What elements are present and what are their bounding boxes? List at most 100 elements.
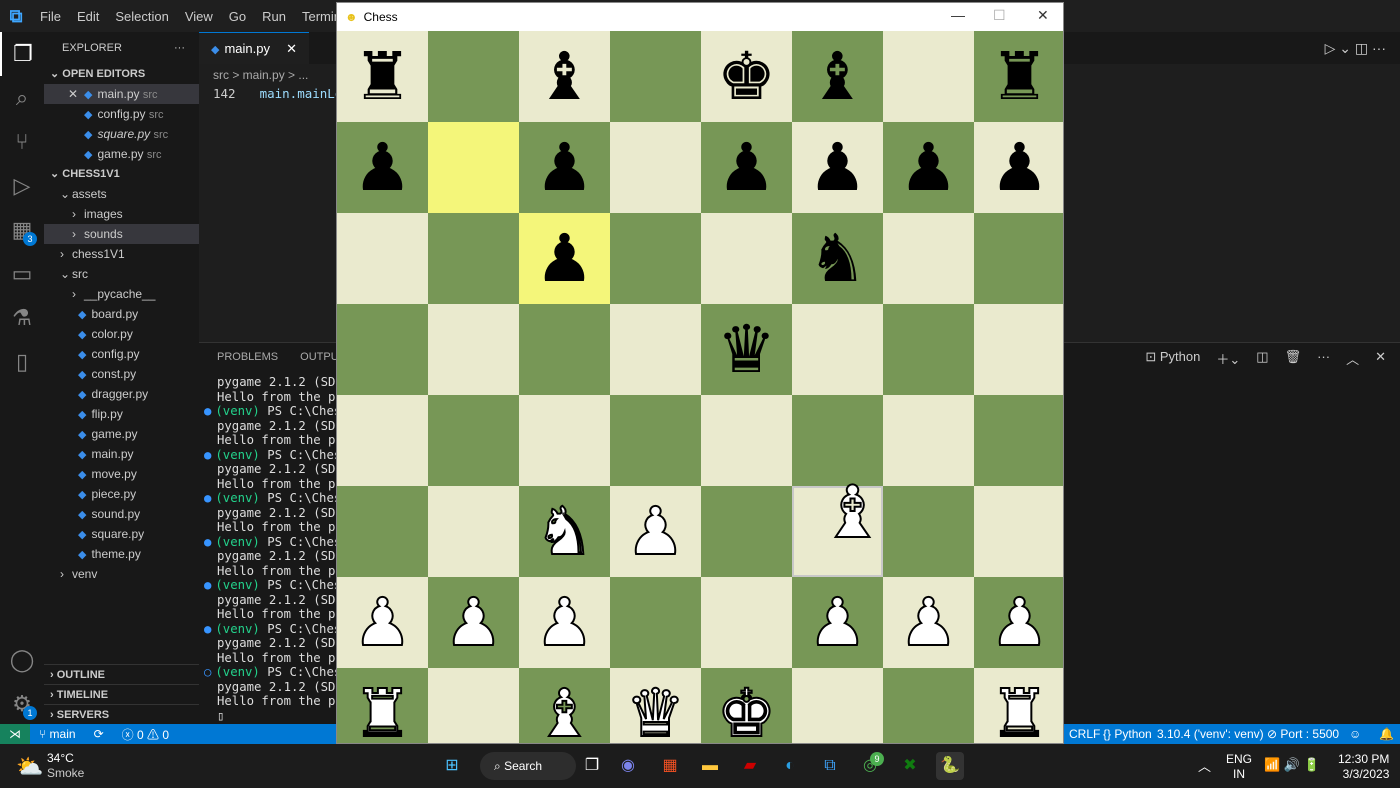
- black-pawn-piece[interactable]: ♟: [353, 134, 412, 201]
- timeline-section[interactable]: › TIMELINE: [44, 684, 199, 704]
- file-item[interactable]: ◆ flip.py: [44, 404, 199, 424]
- square-f1[interactable]: [792, 668, 883, 743]
- run-debug-icon[interactable]: ▷: [0, 164, 44, 208]
- square-e4[interactable]: [701, 395, 792, 486]
- store-icon[interactable]: ▦: [656, 752, 684, 780]
- square-c3[interactable]: ♞: [519, 486, 610, 577]
- black-pawn-piece[interactable]: ♟: [808, 134, 867, 201]
- square-a8[interactable]: ♜: [337, 31, 428, 122]
- servers-section[interactable]: › SERVERS: [44, 704, 199, 724]
- folder-item[interactable]: ⌄ src: [44, 264, 199, 284]
- square-g2[interactable]: ♟: [883, 577, 974, 668]
- white-pawn-piece[interactable]: ♟: [807, 588, 868, 656]
- maximize-button[interactable]: ☐: [993, 7, 1006, 24]
- black-king-piece[interactable]: ♚: [717, 43, 776, 110]
- problems-count[interactable]: ⓧ 0 ⚠ 0: [113, 726, 178, 743]
- file-item[interactable]: ◆ move.py: [44, 464, 199, 484]
- square-g3[interactable]: [883, 486, 974, 577]
- square-h5[interactable]: [974, 304, 1063, 395]
- white-pawn-piece[interactable]: ♟: [534, 588, 595, 656]
- menu-view[interactable]: View: [177, 9, 221, 24]
- square-h3[interactable]: [974, 486, 1063, 577]
- folder-item[interactable]: › venv: [44, 564, 199, 584]
- square-b5[interactable]: [428, 304, 519, 395]
- wifi-volume-battery-icon[interactable]: 📶 🔊 🔋: [1264, 757, 1320, 773]
- square-a1[interactable]: ♜: [337, 668, 428, 743]
- file-explorer-icon[interactable]: ▬: [696, 752, 724, 780]
- chrome-icon[interactable]: ◎ 9: [856, 752, 884, 780]
- close-window-button[interactable]: ✕: [1037, 7, 1049, 24]
- white-bishop-piece[interactable]: ♝: [534, 679, 595, 743]
- close-icon[interactable]: ✕: [286, 33, 297, 64]
- split-terminal-icon[interactable]: ◫: [1256, 349, 1268, 368]
- black-pawn-piece[interactable]: ♟: [535, 134, 594, 201]
- run-button[interactable]: ▷ ⌄ ◫ ···: [1325, 40, 1386, 57]
- xbox-icon[interactable]: ✖: [896, 752, 924, 780]
- live-server[interactable]: ⊘ Port : 5500: [1258, 727, 1348, 741]
- black-bishop-piece[interactable]: ♝: [808, 43, 867, 110]
- black-pawn-piece[interactable]: ♟: [717, 134, 776, 201]
- square-e2[interactable]: [701, 577, 792, 668]
- file-item[interactable]: ◆ game.py: [44, 424, 199, 444]
- clock[interactable]: 12:30 PM 3/3/2023: [1338, 752, 1389, 782]
- file-item[interactable]: ◆ piece.py: [44, 484, 199, 504]
- settings-gear-icon[interactable]: ⚙ 1: [0, 682, 44, 726]
- close-panel-icon[interactable]: ✕: [1375, 349, 1386, 368]
- maximize-icon[interactable]: ︿: [1346, 349, 1359, 368]
- more-actions-icon[interactable]: ···: [174, 32, 185, 64]
- black-bishop-piece[interactable]: ♝: [535, 43, 594, 110]
- black-pawn-piece[interactable]: ♟: [535, 225, 594, 292]
- file-item[interactable]: ◆ dragger.py: [44, 384, 199, 404]
- black-pawn-piece[interactable]: ♟: [899, 134, 958, 201]
- search-button[interactable]: ⌕ Search: [480, 752, 576, 780]
- square-a7[interactable]: ♟: [337, 122, 428, 213]
- notebook-icon[interactable]: ▯: [0, 340, 44, 384]
- file-item[interactable]: ◆ square.py: [44, 524, 199, 544]
- black-queen-piece[interactable]: ♛: [717, 316, 776, 383]
- square-d4[interactable]: [610, 395, 701, 486]
- square-b4[interactable]: [428, 395, 519, 486]
- testing-icon[interactable]: ⚗: [0, 296, 44, 340]
- square-h1[interactable]: ♜: [974, 668, 1063, 743]
- menu-run[interactable]: Run: [254, 9, 294, 24]
- file-item[interactable]: ◆ theme.py: [44, 544, 199, 564]
- square-e5[interactable]: ♛: [701, 304, 792, 395]
- branch[interactable]: ⑂ main: [30, 727, 85, 741]
- app-icon[interactable]: ▰: [736, 752, 764, 780]
- white-rook-piece[interactable]: ♜: [352, 679, 413, 743]
- folder-item[interactable]: › sounds: [44, 224, 199, 244]
- square-e3[interactable]: [701, 486, 792, 577]
- menu-file[interactable]: File: [32, 9, 69, 24]
- source-control-icon[interactable]: ⑂: [0, 120, 44, 164]
- black-rook-piece[interactable]: ♜: [353, 43, 412, 110]
- terminal-shell[interactable]: ⊡ Python: [1145, 349, 1200, 368]
- square-d6[interactable]: [610, 213, 701, 304]
- square-c8[interactable]: ♝: [519, 31, 610, 122]
- square-b8[interactable]: [428, 31, 519, 122]
- search-icon[interactable]: ⌕: [0, 76, 44, 120]
- square-d1[interactable]: ♛: [610, 668, 701, 743]
- folder-item[interactable]: › chess1V1: [44, 244, 199, 264]
- trash-icon[interactable]: 🗑: [1285, 349, 1302, 368]
- square-d3[interactable]: ♟: [610, 486, 701, 577]
- square-b6[interactable]: [428, 213, 519, 304]
- remote-icon[interactable]: ⋊: [0, 724, 30, 744]
- square-c4[interactable]: [519, 395, 610, 486]
- square-b1[interactable]: [428, 668, 519, 743]
- square-g1[interactable]: [883, 668, 974, 743]
- file-item[interactable]: ◆ main.py: [44, 444, 199, 464]
- white-rook-piece[interactable]: ♜: [989, 679, 1050, 743]
- square-c5[interactable]: [519, 304, 610, 395]
- square-e8[interactable]: ♚: [701, 31, 792, 122]
- square-c2[interactable]: ♟: [519, 577, 610, 668]
- weather-widget[interactable]: 34°C Smoke: [47, 751, 84, 781]
- square-h6[interactable]: [974, 213, 1063, 304]
- square-c7[interactable]: ♟: [519, 122, 610, 213]
- task-view-icon[interactable]: ❐: [578, 752, 606, 780]
- menu-selection[interactable]: Selection: [107, 9, 176, 24]
- square-f7[interactable]: ♟: [792, 122, 883, 213]
- square-a4[interactable]: [337, 395, 428, 486]
- square-h8[interactable]: ♜: [974, 31, 1063, 122]
- square-e1[interactable]: ♚: [701, 668, 792, 743]
- tab-problems[interactable]: PROBLEMS: [217, 351, 278, 363]
